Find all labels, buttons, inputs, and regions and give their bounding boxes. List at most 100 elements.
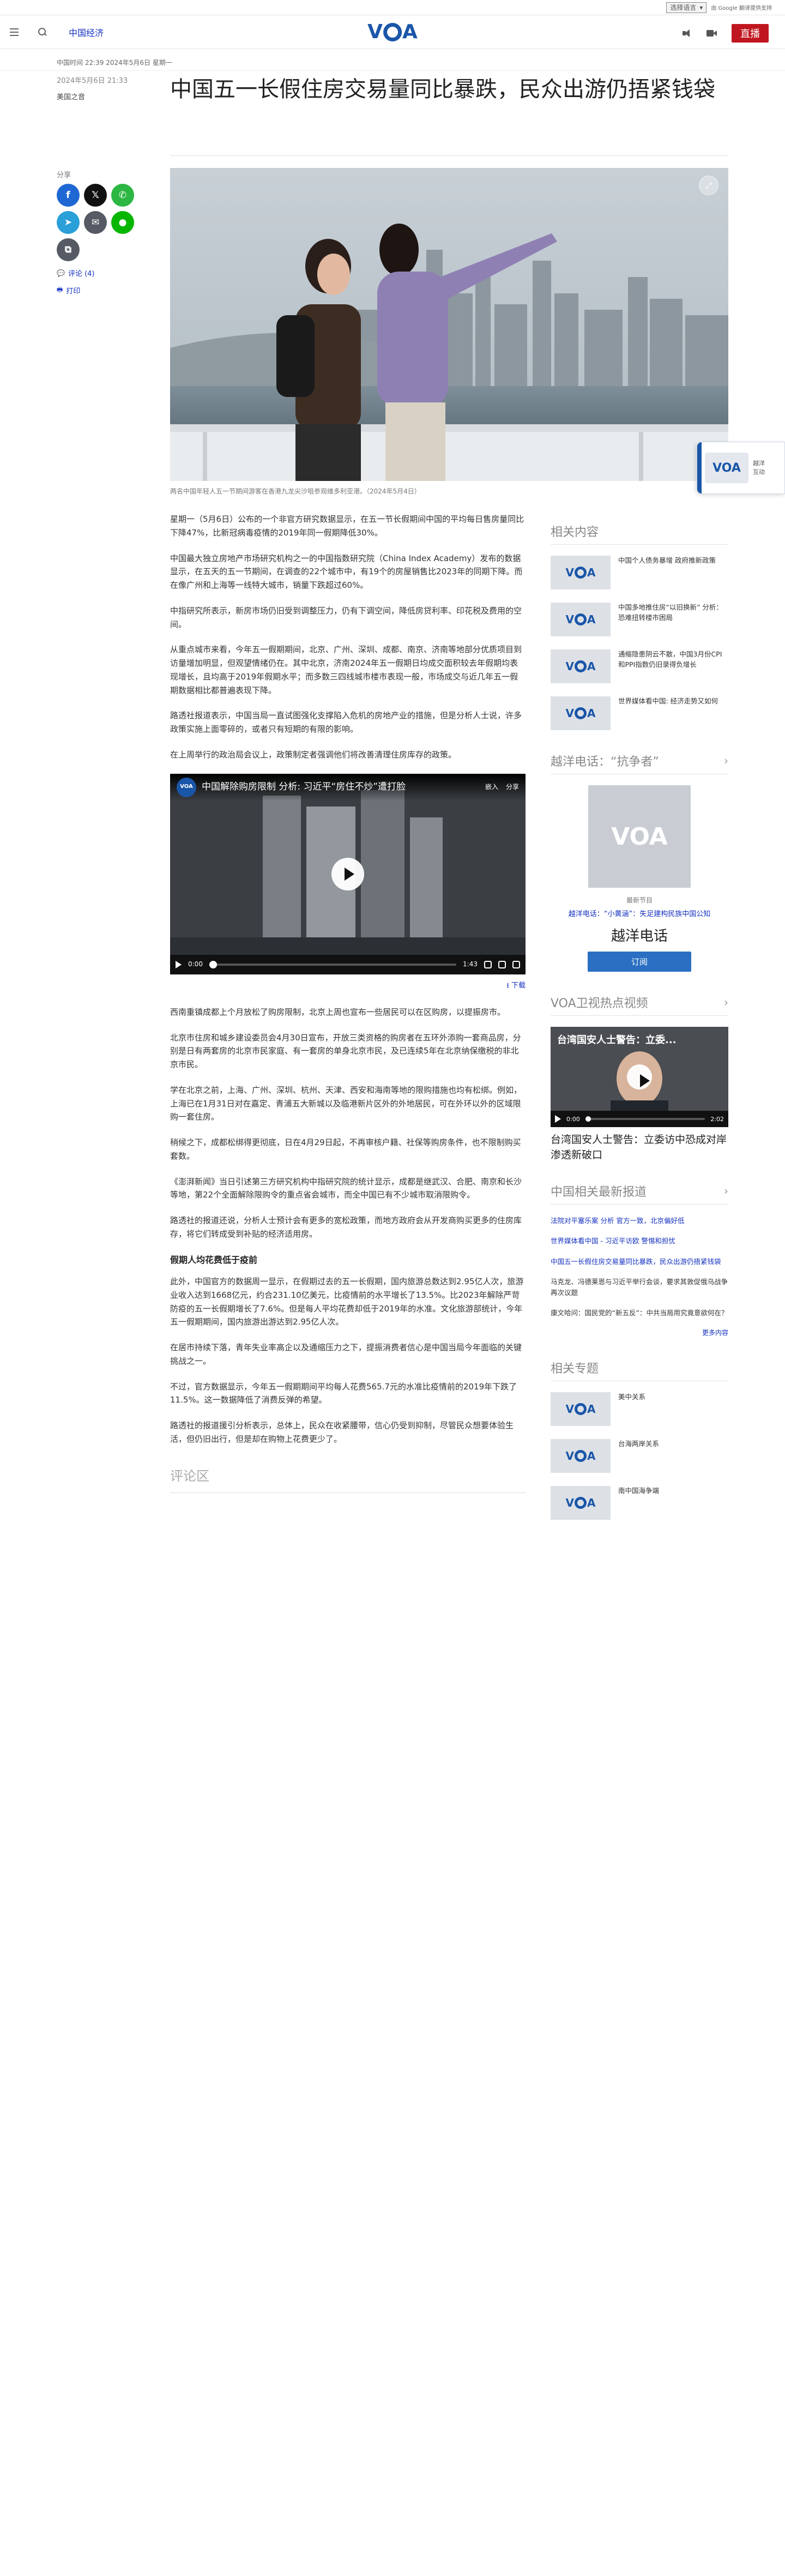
topic-title: 美中关系 <box>618 1393 646 1401</box>
video-duration: 1:43 <box>463 960 478 968</box>
sidebar-video-controls: 0:00 2:02 <box>551 1111 728 1127</box>
settings-icon[interactable] <box>498 960 506 968</box>
search-icon[interactable] <box>38 27 47 37</box>
sidebar-video[interactable]: 台湾国安人士警告：立委... 0:00 2:02 <box>551 1027 728 1127</box>
fullscreen-icon[interactable] <box>512 960 520 968</box>
related-item[interactable]: VA 通缩隐患阴云不散，中国3月份CPI和PPI指数仍旧录得负增长 <box>551 649 728 683</box>
language-select-label: 选择语言 <box>670 4 697 11</box>
share-panel: 分享 f 𝕏 ✆ ➤ ✉ ● ⧉ 💬 评论 (4) 🖶 打印 <box>57 169 155 296</box>
live-button[interactable]: 直播 <box>732 24 769 43</box>
sidebar-video-title: 台湾国安人士警告：立委... <box>557 1034 677 1046</box>
play-icon[interactable] <box>627 1064 652 1090</box>
play-small-icon[interactable] <box>176 960 182 968</box>
news-item[interactable]: 世界媒体看中国 - 习近平访欧 警惕和担忧 <box>551 1236 728 1246</box>
comments-link[interactable]: 💬 评论 (4) <box>57 268 155 279</box>
program-box: VOA 最新节目 越洋电话：“小黄涵”：失足建构民族中国公知 越洋电话 订阅 <box>551 785 728 972</box>
news-item[interactable]: 法院对平塞乐案 分析 官方一致，北京偏好低 <box>551 1215 728 1226</box>
audio-icon[interactable] <box>683 29 692 37</box>
related-item-title: 世界媒体看中国: 经济走势又如何 <box>618 697 718 705</box>
paragraph: 中国最大独立房地产市场研究机构之一的中国指数研究院（China Index Ac… <box>170 553 523 591</box>
facebook-icon[interactable]: f <box>57 184 80 207</box>
menu-icon[interactable] <box>10 28 26 36</box>
topic-item[interactable]: VA 美中关系 <box>551 1392 728 1427</box>
thumbnail: VA <box>551 696 611 730</box>
related-item[interactable]: VA 中国个人债务暴增 政府推新政策 <box>551 556 728 589</box>
article-title: 中国五一长假住房交易量同比暴跌，民众出游仍捂紧钱袋 <box>170 77 715 102</box>
chevron-right-icon: › <box>724 996 728 1009</box>
sidebar-video-time: 0:00 <box>566 1115 580 1123</box>
topic-item[interactable]: VA 台海两岸关系 <box>551 1439 728 1473</box>
article-body: 星期一（5月6日）公布的一个非官方研究数据显示，在五一节长假期间中国的平均每日售… <box>170 513 526 1494</box>
play-small-icon[interactable] <box>555 1115 561 1123</box>
video-player[interactable]: VOA 中国解除购房限制 分析: 习近平“房住不炒”遭打脸 嵌入 分享 0:00… <box>170 773 526 974</box>
video-icon[interactable] <box>706 29 717 37</box>
thumbnail: VA <box>551 556 611 589</box>
related-item-title: 中国多地推住房“以旧换新” 分析：恐难扭转楼市困局 <box>618 603 723 622</box>
google-translate-credit: 由 Google 翻译提供支持 <box>711 5 772 11</box>
site-header: 中国经济 VA 直播 <box>0 15 785 49</box>
volume-icon[interactable] <box>484 960 492 968</box>
topics-heading[interactable]: 相关专题 <box>551 1359 728 1382</box>
copy-link-icon[interactable]: ⧉ <box>57 238 80 261</box>
paragraph: 北京市住房和城乡建设委员会4月30日宣布，开放三类资格的购房者在五环外添购一套商… <box>170 1032 521 1070</box>
whatsapp-icon[interactable]: ✆ <box>111 184 134 207</box>
video-current-time: 0:00 <box>188 960 203 968</box>
line-icon[interactable]: ● <box>111 211 134 234</box>
news-item[interactable]: 康文哈问：国民党的“新五反”：中共当局用究竟意欲何在？ <box>551 1308 728 1318</box>
x-twitter-icon[interactable]: 𝕏 <box>84 184 107 207</box>
comments-link-label: 评论 (4) <box>68 270 95 278</box>
news-item[interactable]: 中国五一长假住房交易量同比暴跌，民众出游仍捂紧钱袋 <box>551 1256 728 1267</box>
paragraph: 《澎湃新闻》当日引述第三方研究机构中指研究院的统计显示，成都是继武汉、合肥、南京… <box>170 1176 522 1200</box>
paragraph: 此外，中国官方的数据周一显示，在假期过去的五一长假期，国内旅游总数达到2.95亿… <box>170 1277 524 1327</box>
sidebar: 相关内容 VA 中国个人债务暴增 政府推新政策 VA 中国多地推住房“以旧换新”… <box>551 522 728 1533</box>
related-item[interactable]: VA 中国多地推住房“以旧换新” 分析：恐难扭转楼市困局 <box>551 603 728 636</box>
floating-promo[interactable]: VOA 越洋 互动 <box>697 442 785 494</box>
progress-knob[interactable] <box>209 960 217 968</box>
breadcrumb: 中国时间 22:39 2024年5月6日 星期一 <box>0 49 785 71</box>
print-icon: 🖶 <box>57 286 63 293</box>
download-link[interactable]: ⭳ 下载 <box>170 980 526 991</box>
related-heading[interactable]: 相关内容 <box>551 522 728 545</box>
paragraph: 学在北京之前，上海、广州、深圳、杭州、天津、西安和海南等地的限购措施也均有松绑。… <box>170 1085 522 1122</box>
program-cover[interactable]: VOA <box>588 785 691 888</box>
paragraph: 星期一（5月6日）公布的一个非官方研究数据显示，在五一节长假期间中国的平均每日售… <box>170 514 524 538</box>
progress-knob[interactable] <box>585 1116 591 1122</box>
paragraph: 路透社的报道还说，分析人士预计会有更多的宽松政策，而地方政府会从开发商购买更多的… <box>170 1215 522 1239</box>
share-button[interactable]: 分享 <box>506 782 519 793</box>
print-link[interactable]: 🖶 打印 <box>57 285 155 296</box>
topic-title: 南中国海争端 <box>618 1486 660 1495</box>
news-list: 法院对平塞乐案 分析 官方一致，北京偏好低 世界媒体看中国 - 习近平访欧 警惕… <box>551 1215 728 1318</box>
subscribe-button[interactable]: 订阅 <box>588 952 691 972</box>
news-heading[interactable]: 中国相关最新报道 › <box>551 1182 728 1205</box>
thumbnail: VA <box>551 649 611 683</box>
more-link[interactable]: 更多内容 <box>551 1328 728 1337</box>
subheading: 假期人均花费低于疫前 <box>170 1254 258 1265</box>
paragraph: 在居市持续下落，青年失业率高企以及通缩压力之下，提振消费者信心是中国当局今年面临… <box>170 1343 522 1366</box>
promo-text-1: 越洋 <box>753 459 765 467</box>
program-link[interactable]: 越洋电话：“小黄涵”：失足建构民族中国公知 <box>551 908 728 918</box>
download-icon: ⭳ <box>506 981 511 990</box>
chevron-right-icon: › <box>724 1184 728 1198</box>
section-link[interactable]: 中国经济 <box>69 26 104 39</box>
topic-item[interactable]: VA 南中国海争端 <box>551 1486 728 1520</box>
thumbnail: VA <box>551 603 611 636</box>
paragraph: 不过，官方数据显示，今年五一假期期间平均每人花费565.7元的水准比疫情前的20… <box>170 1381 517 1405</box>
news-item[interactable]: 马克龙、冯德莱恩与习近平举行会谈，要求其敦促俄乌战争再次议题 <box>551 1277 728 1298</box>
news-heading-label: 中国相关最新报道 <box>551 1185 647 1200</box>
sidebar-video-caption[interactable]: 台湾国安人士警告：立委访中恐成对岸渗透新破口 <box>551 1133 728 1163</box>
email-icon[interactable]: ✉ <box>84 211 107 234</box>
hotvideo-heading[interactable]: VOA卫视热点视频 › <box>551 994 728 1016</box>
play-icon[interactable] <box>331 857 364 890</box>
related-item[interactable]: VA 世界媒体看中国: 经济走势又如何 <box>551 696 728 730</box>
language-select[interactable]: 选择语言 ▾ <box>666 2 707 13</box>
embed-button[interactable]: 嵌入 <box>485 782 498 793</box>
telegram-icon[interactable]: ➤ <box>57 211 80 234</box>
program-heading[interactable]: 越洋电话：“抗争者” › <box>551 752 728 774</box>
program-name: 越洋电话 <box>611 928 668 944</box>
sidebar-video-progress[interactable] <box>585 1116 705 1122</box>
video-progress[interactable] <box>209 960 457 968</box>
voa-logo[interactable]: VA <box>367 22 418 43</box>
paragraph: 在上周举行的政治局会议上，政策制定者强调他们将改善清理住房库存的政策。 <box>170 749 457 760</box>
expand-icon[interactable]: ⤢ <box>699 176 718 195</box>
video-controls: 0:00 1:43 <box>170 954 526 974</box>
